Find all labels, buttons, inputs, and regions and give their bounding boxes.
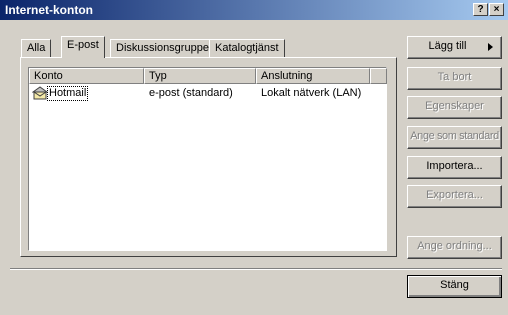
set-order-button[interactable]: Ange ordning... [407, 236, 502, 259]
account-name: Hotmail [47, 86, 89, 101]
tab-alla[interactable]: Alla [21, 39, 52, 58]
account-connection: Lokalt nätverk (LAN) [261, 87, 362, 99]
mail-account-icon [32, 86, 48, 100]
tab-label: Alla [27, 42, 46, 54]
tab-katalogtjanst[interactable]: Katalogtjänst [209, 39, 285, 58]
tab-e-post[interactable]: E-post [61, 36, 105, 58]
column-header-filler [370, 68, 387, 84]
add-button[interactable]: Lägg till [407, 36, 502, 59]
separator [10, 268, 502, 270]
tab-label: Diskussionsgrupper [116, 42, 213, 54]
arrow-right-icon [488, 43, 493, 51]
tab-label: Katalogtjänst [215, 42, 279, 54]
table-row[interactable]: Hotmail e-post (standard) Lokalt nätverk… [29, 86, 386, 102]
tab-label: E-post [67, 39, 99, 51]
close-button[interactable]: Stäng [407, 275, 502, 298]
help-button[interactable]: ? [473, 3, 488, 16]
column-header-konto[interactable]: Konto [29, 68, 144, 84]
set-default-button[interactable]: Ange som standard [407, 126, 502, 149]
tab-diskussionsgrupper[interactable]: Diskussionsgrupper [110, 39, 219, 58]
export-button[interactable]: Exportera... [407, 185, 502, 208]
accounts-list[interactable]: Konto Typ Anslutning Hotmail e-post (sta… [28, 67, 387, 251]
column-header-typ[interactable]: Typ [144, 68, 256, 84]
title-bar: Internet-konton ? × [0, 0, 508, 20]
account-type: e-post (standard) [149, 87, 233, 99]
remove-button[interactable]: Ta bort [407, 67, 502, 90]
internet-accounts-dialog: Internet-konton ? × Alla E-post Diskussi… [0, 0, 508, 315]
properties-button[interactable]: Egenskaper [407, 96, 502, 119]
window-title: Internet-konton [5, 3, 93, 17]
import-button[interactable]: Importera... [407, 156, 502, 179]
close-window-button[interactable]: × [489, 3, 504, 16]
column-header-anslutning[interactable]: Anslutning [256, 68, 370, 84]
